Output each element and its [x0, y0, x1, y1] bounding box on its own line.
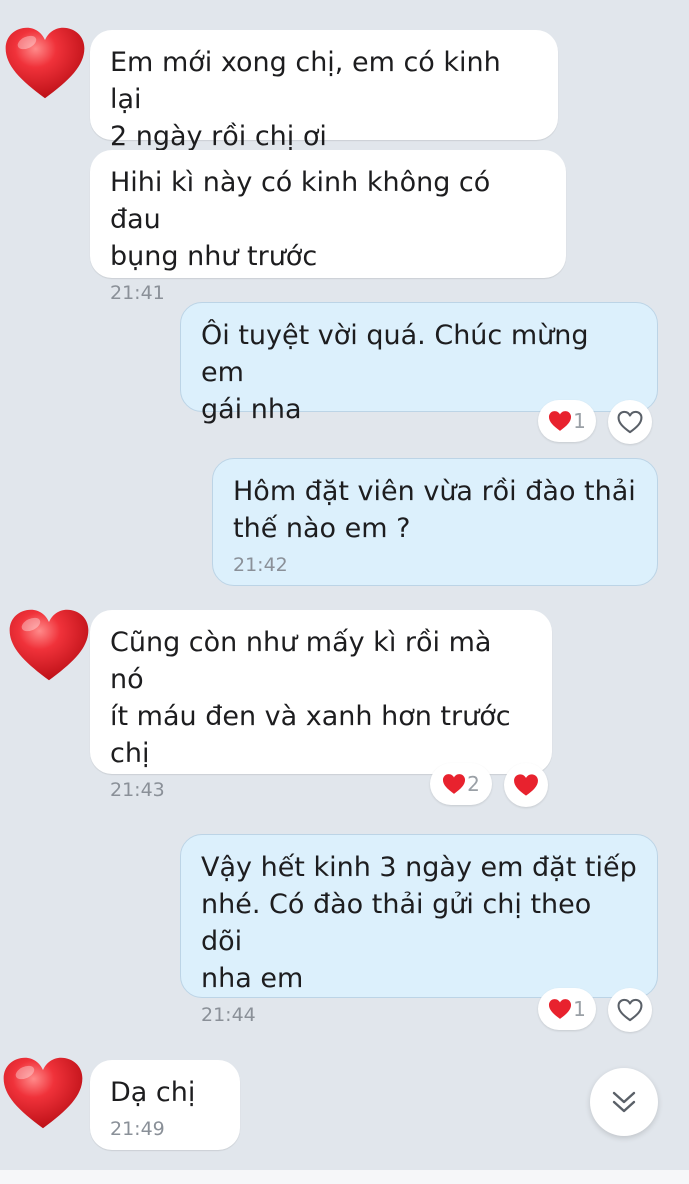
heart-icon	[548, 410, 572, 432]
message-bubble-outgoing[interactable]: Ôi tuyệt vời quá. Chúc mừng em gái nha	[180, 302, 658, 425]
like-button[interactable]	[504, 763, 548, 807]
message-text: Hôm đặt viên vừa rồi đào thải thế nào em…	[233, 476, 636, 544]
message-bubble-outgoing[interactable]: Hôm đặt viên vừa rồi đào thải thế nào em…	[212, 458, 658, 586]
heart-icon	[548, 998, 572, 1020]
message-timestamp: 21:49	[110, 1118, 165, 1140]
reaction-summary[interactable]: 1	[538, 400, 596, 442]
reaction-count: 1	[573, 997, 586, 1021]
heart-icon	[442, 773, 466, 795]
message-bubble-incoming[interactable]: Cũng còn như mấy kì rồi mà nó ít máu đen…	[90, 610, 552, 801]
double-chevron-down-icon	[612, 1091, 636, 1113]
heart-avatar-icon[interactable]	[6, 604, 92, 686]
heart-icon	[513, 773, 539, 797]
heart-avatar-icon[interactable]	[0, 1052, 86, 1134]
reaction-summary[interactable]: 1	[538, 988, 596, 1030]
reaction-summary[interactable]: 2	[430, 763, 492, 805]
message-bubble-incoming[interactable]: Hihi kì này có kinh không có đau bụng nh…	[90, 150, 566, 304]
reaction-count: 2	[467, 772, 480, 796]
chat-area[interactable]: Em mới xong chị, em có kinh lại 2 ngày r…	[0, 0, 689, 1170]
message-text: Cũng còn như mấy kì rồi mà nó ít máu đen…	[110, 627, 511, 769]
message-bubble-incoming[interactable]: Dạ chị 21:49	[90, 1060, 240, 1150]
like-button[interactable]	[608, 988, 652, 1032]
scroll-to-bottom-button[interactable]	[590, 1068, 658, 1136]
message-bubble-outgoing[interactable]: Vậy hết kinh 3 ngày em đặt tiếp nhé. Có …	[180, 834, 658, 1026]
message-text: Em mới xong chị, em có kinh lại 2 ngày r…	[110, 47, 501, 152]
message-timestamp: 21:42	[233, 554, 288, 576]
message-text: Vậy hết kinh 3 ngày em đặt tiếp nhé. Có …	[201, 852, 637, 994]
heart-avatar-icon[interactable]	[2, 22, 88, 104]
reaction-count: 1	[573, 409, 586, 433]
message-bubble-incoming[interactable]: Em mới xong chị, em có kinh lại 2 ngày r…	[90, 30, 558, 152]
message-text: Hihi kì này có kinh không có đau bụng nh…	[110, 167, 491, 272]
message-text: Dạ chị	[110, 1077, 196, 1108]
like-button[interactable]	[608, 400, 652, 444]
heart-outline-icon	[617, 998, 643, 1022]
composer-bar-edge	[0, 1170, 689, 1184]
heart-outline-icon	[617, 410, 643, 434]
